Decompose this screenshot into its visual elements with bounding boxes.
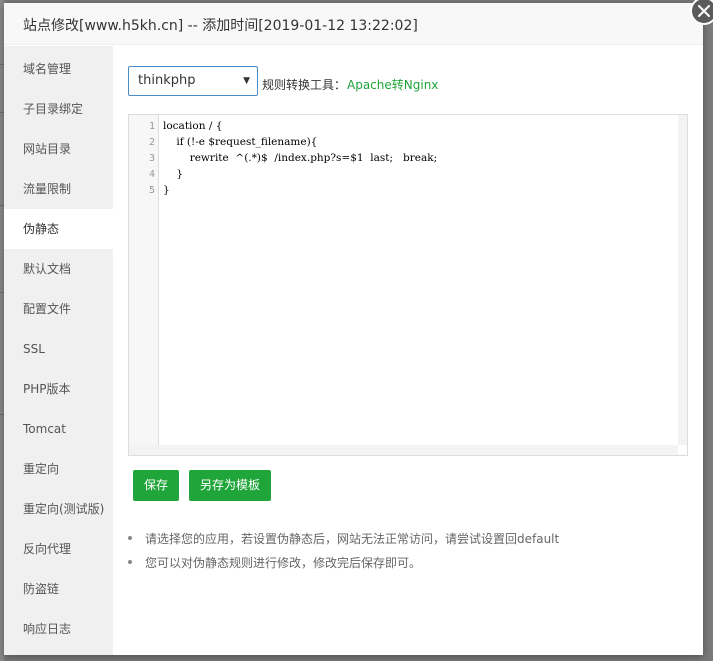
site-edit-dialog: 站点修改[www.h5kh.cn] -- 添加时间[2019-01-12 13:… [4, 0, 713, 655]
sidebar-item-rewrite[interactable]: 伪静态 [4, 209, 113, 249]
sidebar-item-default-document[interactable]: 默认文档 [4, 249, 113, 289]
save-as-template-button[interactable]: 另存为模板 [189, 470, 271, 501]
tip-text: 请选择您的应用，若设置伪静态后，网站无法正常访问，请尝试设置回default [145, 532, 560, 546]
sidebar-item-traffic-limit[interactable]: 流量限制 [4, 169, 113, 209]
sidebar-item-redirect[interactable]: 重定向 [4, 449, 113, 489]
sidebar-item-response-log[interactable]: 响应日志 [4, 609, 113, 649]
code-line: } [163, 168, 184, 180]
dialog-title: 站点修改[www.h5kh.cn] -- 添加时间[2019-01-12 13:… [23, 18, 418, 34]
editor-vertical-scrollbar[interactable] [678, 115, 687, 445]
rewrite-template-value: thinkphp [138, 73, 196, 88]
code-line: location / { [163, 120, 223, 132]
line-number-gutter: 1 2 3 4 5 [129, 115, 159, 455]
sidebar-item-tomcat[interactable]: Tomcat [4, 409, 113, 449]
editor-horizontal-scrollbar[interactable] [129, 445, 678, 455]
sidebar-item-site-directory[interactable]: 网站目录 [4, 129, 113, 169]
line-number: 3 [148, 153, 155, 164]
sidebar-item-config-file[interactable]: 配置文件 [4, 289, 113, 329]
line-number: 5 [148, 185, 155, 196]
sidebar-item-domain[interactable]: 域名管理 [4, 49, 113, 89]
code-line: } [163, 184, 170, 196]
rewrite-code-editor[interactable]: 1 2 3 4 5 location / { if (!-e $request_… [128, 114, 688, 456]
rewrite-template-select[interactable]: thinkphp ▼ [128, 66, 258, 96]
sidebar-item-ssl[interactable]: SSL [4, 329, 113, 369]
code-line: rewrite ^(.*)$ /index.php?s=$1 last; bre… [163, 152, 438, 164]
sidebar-item-redirect-beta[interactable]: 重定向(测试版) [4, 489, 113, 529]
close-icon [698, 5, 710, 17]
sidebar-item-subdir-binding[interactable]: 子目录绑定 [4, 89, 113, 129]
dialog-header: 站点修改[www.h5kh.cn] -- 添加时间[2019-01-12 13:… [4, 3, 703, 45]
tip-text: 您可以对伪静态规则进行修改，修改完后保存即可。 [145, 556, 422, 570]
conversion-tool-label: 规则转换工具： [262, 78, 347, 92]
sidebar-item-php-version[interactable]: PHP版本 [4, 369, 113, 409]
line-number: 4 [148, 169, 155, 180]
sidebar: 域名管理 子目录绑定 网站目录 流量限制 伪静态 默认文档 配置文件 SSL P… [4, 46, 113, 655]
sidebar-item-reverse-proxy[interactable]: 反向代理 [4, 529, 113, 569]
bullet-icon [128, 560, 132, 564]
caret-down-icon: ▼ [243, 76, 250, 86]
code-line: if (!-e $request_filename){ [163, 136, 318, 148]
line-number: 2 [148, 137, 155, 148]
apache-to-nginx-link[interactable]: Apache转Nginx [347, 76, 438, 93]
bullet-icon [128, 536, 132, 540]
sidebar-item-hotlink-protection[interactable]: 防盗链 [4, 569, 113, 609]
line-number: 1 [148, 121, 155, 132]
save-button[interactable]: 保存 [133, 470, 179, 501]
rewrite-panel: thinkphp ▼ 规则转换工具： Apache转Nginx 1 2 3 4 … [113, 46, 703, 655]
